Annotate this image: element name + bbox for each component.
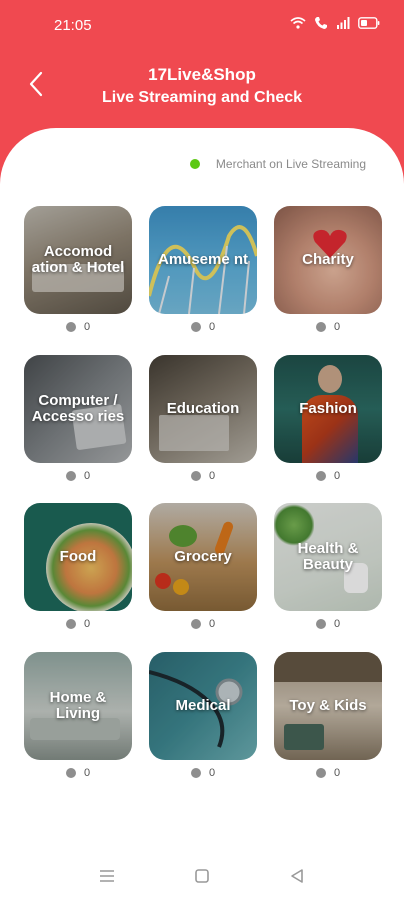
- category-count-value: 0: [208, 321, 216, 333]
- category-item: Toy & Kids 0: [274, 651, 382, 801]
- category-count-value: 0: [333, 321, 341, 333]
- page-subtitle: Live Streaming and Check: [101, 89, 303, 106]
- app-title: 17Live&Shop: [148, 65, 256, 84]
- category-count: 0: [24, 767, 132, 779]
- back-button[interactable]: [22, 70, 50, 98]
- status-time: 21:05: [54, 17, 92, 34]
- signal-icon: [336, 16, 350, 30]
- live-status-dot: [190, 619, 201, 629]
- category-tile-toy-kids[interactable]: Toy & Kids: [274, 651, 382, 760]
- category-item: Charity 0: [274, 206, 382, 355]
- category-label: Accomod ation & Hotel: [31, 243, 125, 276]
- category-item: Medical 0: [149, 651, 257, 801]
- category-tile-fashion[interactable]: Fashion: [274, 354, 382, 463]
- recent-apps-button[interactable]: [87, 861, 127, 891]
- category-tile-home-living[interactable]: Home & Living: [24, 651, 132, 760]
- battery-icon: [358, 17, 380, 29]
- category-count: 0: [274, 618, 382, 630]
- category-count: 0: [274, 321, 382, 333]
- category-item: Food 0: [24, 503, 132, 652]
- category-grid: Accomod ation & Hotel 0 Amuseme nt 0 Cha…: [24, 206, 382, 800]
- category-count: 0: [24, 618, 132, 630]
- live-status-dot: [315, 767, 326, 778]
- live-dot-icon: [189, 159, 200, 169]
- category-count-value: 0: [333, 766, 341, 779]
- category-count: 0: [149, 767, 257, 779]
- category-count-value: 0: [208, 618, 216, 630]
- page-title: 17Live&Shop Live Streaming and Check: [60, 64, 344, 110]
- status-bar: 21:05: [0, 0, 404, 52]
- category-tile-education[interactable]: Education: [149, 354, 257, 463]
- system-back-button[interactable]: [277, 861, 317, 891]
- category-tile-amusement[interactable]: Amuseme nt: [149, 206, 257, 314]
- category-item: Home & Living 0: [24, 651, 132, 801]
- live-legend: Merchant on Live Streaming: [189, 157, 366, 171]
- category-tile-medical[interactable]: Medical: [149, 651, 257, 760]
- menu-icon: [100, 870, 115, 882]
- category-item: Computer / Accesso ries 0: [24, 354, 132, 504]
- category-item: Accomod ation & Hotel 0: [24, 206, 132, 355]
- category-label: Health & Beauty: [297, 540, 359, 573]
- category-label: Charity: [302, 251, 354, 268]
- category-label: Fashion: [299, 399, 357, 417]
- category-count-value: 0: [83, 766, 91, 779]
- category-label: Home & Living: [49, 688, 107, 722]
- category-tile-computer[interactable]: Computer / Accesso ries: [24, 354, 132, 463]
- category-count-value: 0: [333, 618, 341, 630]
- category-count: 0: [24, 470, 132, 482]
- category-count-value: 0: [208, 766, 216, 779]
- category-item: Amuseme nt 0: [149, 206, 257, 355]
- category-count-value: 0: [333, 469, 341, 482]
- home-square-icon: [195, 869, 209, 883]
- category-count-value: 0: [83, 618, 91, 630]
- category-tile-grocery[interactable]: Grocery: [149, 503, 257, 611]
- live-status-dot: [315, 619, 326, 629]
- back-triangle-icon: [290, 869, 303, 883]
- home-button[interactable]: [182, 861, 222, 891]
- category-count: 0: [24, 321, 132, 333]
- wifi-icon: [290, 16, 306, 30]
- category-label: Amuseme nt: [157, 251, 249, 268]
- call-icon: [314, 16, 328, 30]
- category-count: 0: [274, 767, 382, 779]
- live-status-dot: [65, 470, 76, 481]
- category-count-value: 0: [83, 321, 91, 333]
- chevron-left-icon: [29, 71, 43, 97]
- category-label: Food: [59, 548, 97, 565]
- live-status-dot: [315, 322, 326, 332]
- category-tile-food[interactable]: Food: [24, 503, 132, 611]
- live-status-dot: [190, 767, 201, 778]
- category-label: Education: [166, 399, 240, 417]
- category-count: 0: [149, 618, 257, 630]
- system-nav-bar: [0, 852, 404, 900]
- category-count: 0: [274, 470, 382, 482]
- category-count: 0: [149, 321, 257, 333]
- category-label: Computer / Accesso ries: [31, 391, 125, 425]
- category-label: Grocery: [174, 548, 232, 565]
- live-status-dot: [65, 619, 76, 629]
- status-icons: [290, 16, 380, 30]
- category-count-value: 0: [83, 469, 91, 482]
- category-count: 0: [149, 470, 257, 482]
- legend-label: Merchant on Live Streaming: [215, 157, 366, 171]
- live-status-dot: [190, 322, 201, 332]
- category-item: Education 0: [149, 354, 257, 504]
- category-tile-accommodation[interactable]: Accomod ation & Hotel: [24, 206, 132, 314]
- live-status-dot: [65, 767, 76, 778]
- live-status-dot: [315, 470, 326, 481]
- category-label: Medical: [175, 696, 231, 714]
- category-count-value: 0: [208, 469, 216, 482]
- category-item: Health & Beauty 0: [274, 503, 382, 652]
- category-tile-health-beauty[interactable]: Health & Beauty: [274, 503, 382, 611]
- category-tile-charity[interactable]: Charity: [274, 206, 382, 314]
- live-status-dot: [190, 470, 201, 481]
- live-status-dot: [65, 322, 76, 332]
- category-item: Grocery 0: [149, 503, 257, 652]
- category-item: Fashion 0: [274, 354, 382, 504]
- category-label: Toy & Kids: [289, 696, 367, 714]
